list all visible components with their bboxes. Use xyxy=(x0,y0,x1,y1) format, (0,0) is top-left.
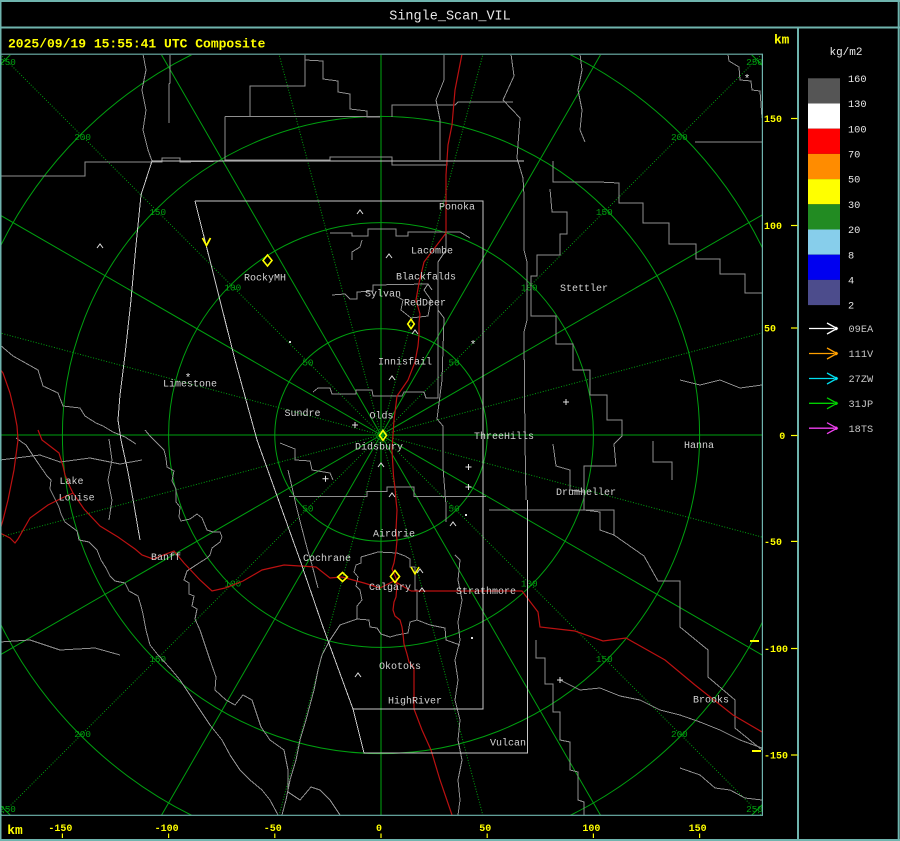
svg-text:150: 150 xyxy=(764,115,782,126)
svg-text:200: 200 xyxy=(74,132,91,143)
svg-text:111V: 111V xyxy=(849,349,875,361)
svg-text:Vulcan: Vulcan xyxy=(490,738,526,750)
svg-text:RedDeer: RedDeer xyxy=(404,298,446,310)
svg-text:50: 50 xyxy=(302,504,313,515)
svg-text:50: 50 xyxy=(764,325,776,336)
svg-text:250: 250 xyxy=(746,57,763,68)
svg-text:Lake: Lake xyxy=(60,476,84,488)
svg-text:160: 160 xyxy=(848,74,867,86)
svg-text:-150: -150 xyxy=(764,752,788,763)
svg-text:50: 50 xyxy=(479,824,491,835)
svg-text:HighRiver: HighRiver xyxy=(388,696,442,708)
svg-text:ThreeHills: ThreeHills xyxy=(474,431,534,443)
svg-text:Single_Scan_VIL: Single_Scan_VIL xyxy=(389,10,511,25)
svg-text:-100: -100 xyxy=(155,824,179,835)
svg-text:130: 130 xyxy=(848,99,867,111)
svg-text:-50: -50 xyxy=(764,538,782,549)
svg-text:31JP: 31JP xyxy=(849,399,874,411)
svg-text:Louise: Louise xyxy=(59,493,95,505)
svg-text:30: 30 xyxy=(848,200,860,212)
svg-text:Ponoka: Ponoka xyxy=(439,202,475,214)
svg-text:Brooks: Brooks xyxy=(693,695,729,707)
svg-text:Lacombe: Lacombe xyxy=(411,246,453,258)
svg-text:RockyMH: RockyMH xyxy=(244,273,286,285)
svg-text:20: 20 xyxy=(848,225,860,237)
svg-text:100: 100 xyxy=(224,579,241,590)
svg-text:250: 250 xyxy=(0,57,16,68)
svg-text:27ZW: 27ZW xyxy=(849,374,875,386)
svg-text:Blackfalds: Blackfalds xyxy=(396,272,456,284)
svg-text:2025/09/19 15:55:41 UTC Compos: 2025/09/19 15:55:41 UTC Composite xyxy=(8,37,266,52)
svg-text:km: km xyxy=(7,823,23,838)
svg-text:kg/m2: kg/m2 xyxy=(829,47,862,59)
svg-text:100: 100 xyxy=(582,824,600,835)
svg-text:2: 2 xyxy=(848,301,854,313)
svg-text:Sylvan: Sylvan xyxy=(365,289,401,301)
svg-text:200: 200 xyxy=(671,729,688,740)
svg-text:Drumheller: Drumheller xyxy=(556,487,616,499)
svg-text:100: 100 xyxy=(224,282,241,293)
svg-text:150: 150 xyxy=(689,824,707,835)
svg-text:Strathmore: Strathmore xyxy=(456,586,516,598)
svg-text:100: 100 xyxy=(521,282,538,293)
svg-text:Innisfail: Innisfail xyxy=(378,357,432,369)
svg-text:0: 0 xyxy=(779,432,785,443)
svg-text:150: 150 xyxy=(149,207,166,218)
svg-text:50: 50 xyxy=(848,175,860,187)
svg-text:8: 8 xyxy=(848,250,854,262)
svg-text:09EA: 09EA xyxy=(849,324,875,336)
svg-text:-50: -50 xyxy=(264,824,282,835)
svg-text:50: 50 xyxy=(449,504,460,515)
svg-text:100: 100 xyxy=(521,579,538,590)
svg-text:70: 70 xyxy=(848,150,860,162)
svg-text:150: 150 xyxy=(149,654,166,665)
svg-text:150: 150 xyxy=(596,654,613,665)
svg-text:Limestone: Limestone xyxy=(163,379,217,391)
svg-text:0: 0 xyxy=(376,824,382,835)
svg-text:Sundre: Sundre xyxy=(285,408,321,420)
svg-text:Calgary: Calgary xyxy=(369,582,411,594)
svg-text:Airdrie: Airdrie xyxy=(373,529,415,541)
svg-text:km: km xyxy=(774,33,790,48)
svg-text:18TS: 18TS xyxy=(849,424,874,436)
svg-text:Olds: Olds xyxy=(370,411,394,423)
svg-text:Banff: Banff xyxy=(151,552,181,564)
svg-text:Hanna: Hanna xyxy=(684,441,714,452)
svg-text:250: 250 xyxy=(0,804,16,815)
svg-text:50: 50 xyxy=(302,357,313,368)
svg-text:-100: -100 xyxy=(764,645,788,656)
svg-text:Cochrane: Cochrane xyxy=(303,553,351,565)
svg-text:150: 150 xyxy=(596,207,613,218)
svg-text:Okotoks: Okotoks xyxy=(379,661,421,673)
svg-text:*: * xyxy=(470,340,477,352)
svg-text:4: 4 xyxy=(848,276,854,288)
svg-text:200: 200 xyxy=(671,132,688,143)
svg-text:250: 250 xyxy=(746,804,763,815)
svg-text:Stettler: Stettler xyxy=(560,283,608,295)
svg-text:100: 100 xyxy=(764,222,782,233)
svg-text:50: 50 xyxy=(449,357,460,368)
svg-text:*: * xyxy=(744,74,751,86)
svg-text:-150: -150 xyxy=(48,824,72,835)
svg-text:Didsbury: Didsbury xyxy=(355,442,403,454)
svg-text:100: 100 xyxy=(848,124,867,136)
svg-text:200: 200 xyxy=(74,729,91,740)
